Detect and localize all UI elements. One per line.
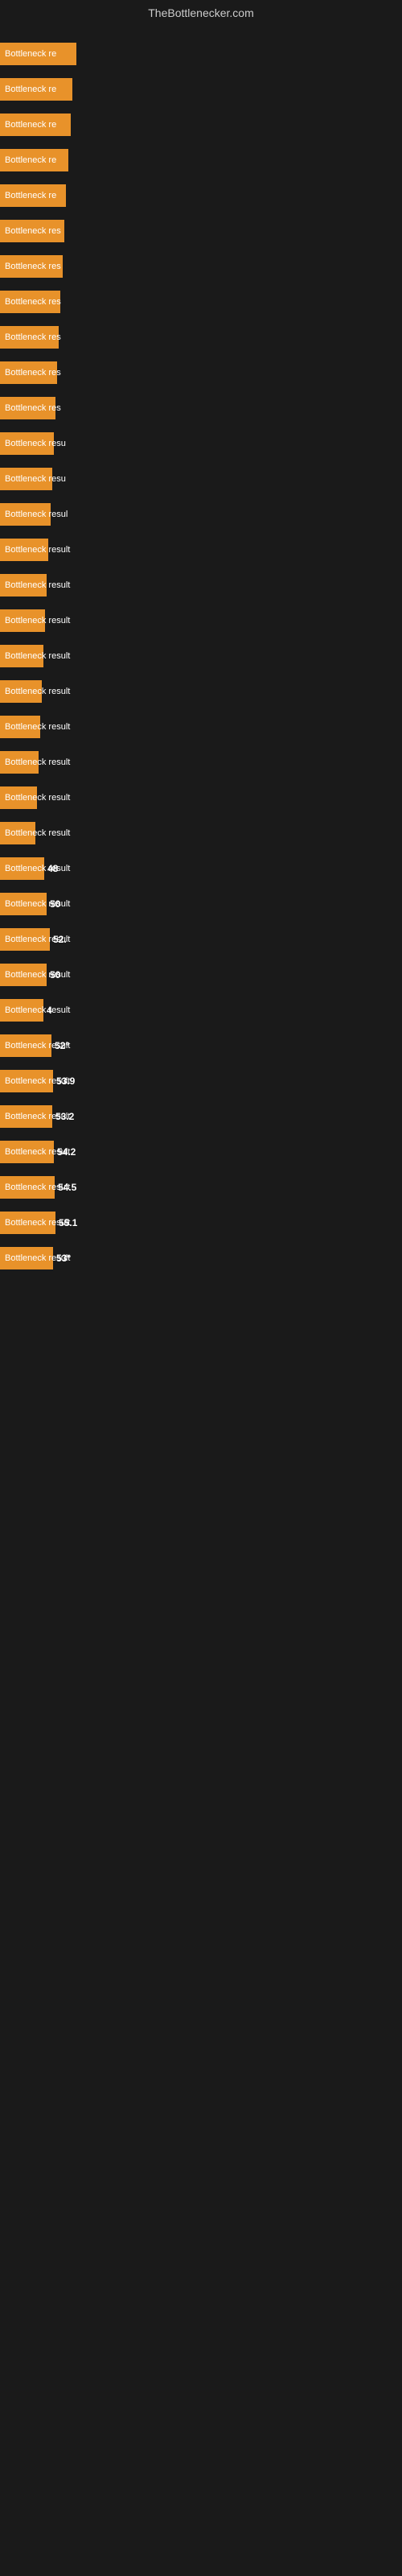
bar-value: 52°	[55, 1040, 69, 1051]
bar-label: Bottleneck result	[0, 751, 39, 774]
bar-row: Bottleneck result	[0, 818, 402, 848]
bar-label: Bottleneck res	[0, 291, 60, 313]
bar-value: 48	[47, 863, 58, 874]
bar-label: Bottleneck result	[0, 539, 48, 561]
bar-value: 54.5	[58, 1182, 76, 1193]
bar-label: Bottleneck result	[0, 680, 42, 703]
bar-label: Bottleneck result	[0, 857, 44, 880]
bar-label: Bottleneck result	[0, 964, 47, 986]
bar-label: Bottleneck result	[0, 1034, 51, 1057]
bar-row: Bottleneck result50	[0, 889, 402, 919]
bar-label: Bottleneck resu	[0, 468, 52, 490]
bar-row: Bottleneck re	[0, 39, 402, 69]
bar-value: 50	[50, 969, 60, 980]
bar-row: Bottleneck result53.9	[0, 1066, 402, 1096]
bar-row: Bottleneck res	[0, 287, 402, 317]
bar-value: 54.2	[57, 1146, 76, 1158]
bar-value: 53.2	[55, 1111, 74, 1122]
bar-row: Bottleneck result	[0, 782, 402, 813]
bar-row: Bottleneck res	[0, 251, 402, 282]
bar-row: Bottleneck result50	[0, 960, 402, 990]
bar-value: 53°	[56, 1253, 71, 1264]
bar-row: Bottleneck res	[0, 357, 402, 388]
chart-container: Bottleneck re Bottleneck re Bottleneck re B…	[0, 26, 402, 1286]
bar-label: Bottleneck result	[0, 1176, 55, 1199]
bar-row: Bottleneck re	[0, 180, 402, 211]
bar-label: Bottleneck result	[0, 999, 43, 1022]
bar-value: 50	[50, 898, 60, 910]
bar-row: Bottleneck result53.2	[0, 1101, 402, 1132]
bar-row: Bottleneck result52.	[0, 924, 402, 955]
bar-row: Bottleneck result	[0, 535, 402, 565]
bar-value: 4	[47, 1005, 52, 1016]
bar-label: Bottleneck re	[0, 184, 66, 207]
bar-label: Bottleneck resul	[0, 503, 51, 526]
bar-label: Bottleneck result	[0, 1247, 53, 1269]
bar-label: Bottleneck result	[0, 1070, 53, 1092]
bar-label: Bottleneck re	[0, 78, 72, 101]
bar-row: Bottleneck result	[0, 641, 402, 671]
bar-label: Bottleneck re	[0, 114, 71, 136]
bar-label: Bottleneck res	[0, 361, 57, 384]
bar-label: Bottleneck resu	[0, 432, 54, 455]
bar-label: Bottleneck result	[0, 1212, 55, 1234]
bar-row: Bottleneck result	[0, 605, 402, 636]
bar-row: Bottleneck result	[0, 676, 402, 707]
bar-row: Bottleneck resul	[0, 499, 402, 530]
bar-label: Bottleneck result	[0, 786, 37, 809]
bar-label: Bottleneck re	[0, 43, 76, 65]
bar-label: Bottleneck result	[0, 574, 47, 597]
bar-label: Bottleneck res	[0, 397, 55, 419]
bar-label: Bottleneck result	[0, 1105, 52, 1128]
bar-row: Bottleneck result	[0, 570, 402, 601]
bar-row: Bottleneck result 4	[0, 995, 402, 1026]
bar-label: Bottleneck result	[0, 1141, 54, 1163]
bar-label: Bottleneck result	[0, 609, 45, 632]
bar-row: Bottleneck result	[0, 712, 402, 742]
bar-row: Bottleneck result53°	[0, 1243, 402, 1274]
bar-row: Bottleneck re	[0, 145, 402, 175]
bar-row: Bottleneck result 55.1	[0, 1208, 402, 1238]
bar-label: Bottleneck result	[0, 716, 40, 738]
bar-label: Bottleneck res	[0, 255, 63, 278]
bar-row: Bottleneck re	[0, 74, 402, 105]
bar-label: Bottleneck re	[0, 149, 68, 171]
bar-row: Bottleneck result	[0, 747, 402, 778]
site-title: TheBottlenecker.com	[0, 0, 402, 26]
bar-value: 55.1	[59, 1217, 77, 1228]
bar-value: 53.9	[56, 1075, 75, 1087]
bar-row: Bottleneck res	[0, 322, 402, 353]
bar-row: Bottleneck resu	[0, 464, 402, 494]
bar-row: Bottleneck resu	[0, 428, 402, 459]
bar-row: Bottleneck res	[0, 216, 402, 246]
bar-row: Bottleneck res	[0, 393, 402, 423]
bar-row: Bottleneck result48	[0, 853, 402, 884]
bar-value: 52.	[53, 934, 67, 945]
bar-label: Bottleneck res	[0, 220, 64, 242]
bar-row: Bottleneck re	[0, 109, 402, 140]
bar-label: Bottleneck res	[0, 326, 59, 349]
bar-label: Bottleneck result	[0, 893, 47, 915]
bar-label: Bottleneck result	[0, 822, 35, 844]
bar-row: Bottleneck result 52°	[0, 1030, 402, 1061]
bar-label: Bottleneck result	[0, 928, 50, 951]
bar-row: Bottleneck result54.2	[0, 1137, 402, 1167]
bar-row: Bottleneck result54.5	[0, 1172, 402, 1203]
bar-label: Bottleneck result	[0, 645, 43, 667]
